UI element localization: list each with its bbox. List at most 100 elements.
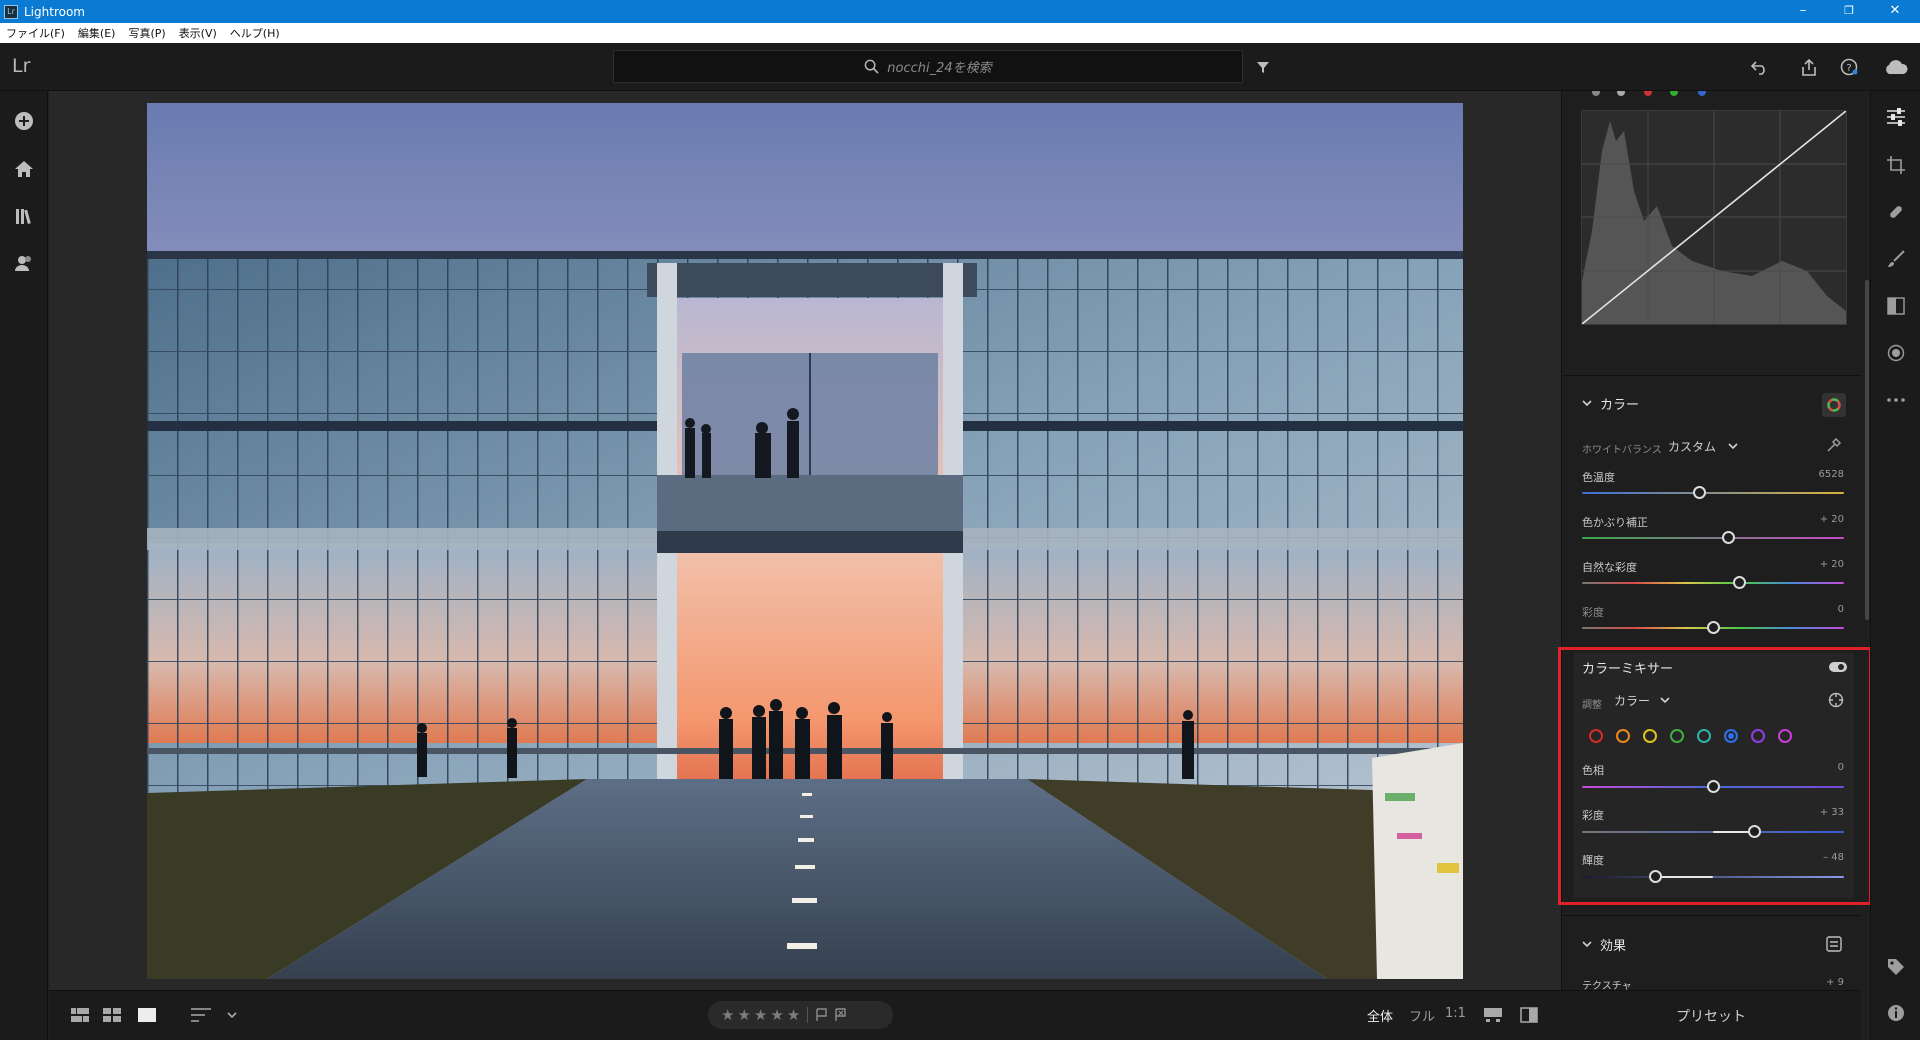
zoom-1to1-button[interactable]: 1:1 xyxy=(1445,1006,1466,1021)
target-adjust-icon[interactable] xyxy=(1828,692,1844,712)
sort-chevron-icon[interactable] xyxy=(225,1005,239,1025)
color-swatch[interactable] xyxy=(1616,729,1630,743)
saturation-slider-knob[interactable] xyxy=(1706,621,1720,634)
add-photos-icon[interactable] xyxy=(12,109,36,133)
zoom-full-button[interactable]: フル xyxy=(1409,1006,1435,1025)
tint-label: 色かぶり補正 xyxy=(1582,516,1648,529)
filter-icon[interactable] xyxy=(1251,55,1275,79)
minimize-button[interactable]: – xyxy=(1780,0,1826,23)
window-title: Lightroom xyxy=(24,4,85,19)
vibrance-value: + 20 xyxy=(1819,559,1844,570)
people-icon[interactable] xyxy=(12,251,36,275)
temp-slider-track[interactable] xyxy=(1582,492,1844,494)
mixer-luminance-fill xyxy=(1655,876,1713,878)
restore-button[interactable]: ❐ xyxy=(1826,0,1872,23)
effects-section-title: 効果 xyxy=(1600,939,1627,954)
color-wheel-icon xyxy=(1827,398,1841,412)
tone-curve[interactable] xyxy=(1581,110,1847,325)
undo-icon[interactable] xyxy=(1748,55,1772,79)
adjust-value: カラー xyxy=(1614,694,1651,708)
mixer-luminance-slider-knob[interactable] xyxy=(1648,870,1662,883)
search-input[interactable]: nocchi_24を検索 xyxy=(613,50,1243,83)
square-grid-icon[interactable] xyxy=(70,1005,90,1025)
flag-reject-icon[interactable] xyxy=(834,1008,847,1022)
library-icon[interactable] xyxy=(12,204,36,228)
linear-gradient-icon[interactable] xyxy=(1884,294,1908,318)
star-5[interactable]: ★ xyxy=(787,1006,800,1024)
compare-icon[interactable] xyxy=(1483,1005,1503,1025)
color-swatch[interactable] xyxy=(1589,729,1603,743)
before-after-icon[interactable] xyxy=(1519,1005,1539,1025)
sort-icon[interactable] xyxy=(191,1005,211,1025)
home-icon[interactable] xyxy=(12,157,36,181)
menu-photo[interactable]: 写真(P) xyxy=(128,25,165,41)
eyedropper-icon[interactable] xyxy=(1826,437,1842,457)
mixer-saturation-label: 彩度 xyxy=(1582,809,1604,822)
star-3[interactable]: ★ xyxy=(754,1006,767,1024)
more-options-icon[interactable] xyxy=(1884,388,1908,412)
grid-view-icon[interactable] xyxy=(102,1005,122,1025)
color-swatch[interactable] xyxy=(1751,729,1765,743)
color-section-header[interactable]: カラー xyxy=(1582,394,1639,413)
star-1[interactable]: ★ xyxy=(721,1006,734,1024)
star-4[interactable]: ★ xyxy=(770,1006,783,1024)
help-icon[interactable]: ? xyxy=(1837,55,1861,79)
left-rail xyxy=(0,91,48,1040)
temp-label: 色温度 xyxy=(1582,471,1615,484)
menu-view[interactable]: 表示(V) xyxy=(179,25,217,41)
mixer-hue-slider-knob[interactable] xyxy=(1706,780,1720,793)
radial-gradient-icon[interactable] xyxy=(1884,341,1908,365)
mixer-hue-label: 色相 xyxy=(1582,764,1604,777)
detail-view-icon[interactable] xyxy=(137,1005,157,1025)
tint-slider-track[interactable] xyxy=(1582,537,1844,539)
cloud-sync-icon[interactable] xyxy=(1881,55,1911,79)
lr-logo: Lr xyxy=(12,55,31,77)
presets-button[interactable]: プリセット xyxy=(1561,990,1861,1040)
saturation-label: 彩度 xyxy=(1582,606,1604,619)
close-button[interactable]: ✕ xyxy=(1872,0,1918,23)
color-swatch[interactable] xyxy=(1670,729,1684,743)
lightroom-app-icon: Lr xyxy=(4,4,18,19)
zoom-fit-button[interactable]: 全体 xyxy=(1367,1006,1393,1025)
color-mixer-toggle[interactable] xyxy=(1829,662,1847,672)
brush-icon[interactable] xyxy=(1884,247,1908,271)
color-swatch[interactable] xyxy=(1643,729,1657,743)
keyword-tag-icon[interactable] xyxy=(1884,955,1908,979)
tint-value: + 20 xyxy=(1819,514,1844,525)
healing-icon[interactable] xyxy=(1884,200,1908,224)
adjust-label: 調整 xyxy=(1582,700,1602,711)
mixer-luminance-value: – 48 xyxy=(1823,852,1844,863)
panel-scrollbar[interactable] xyxy=(1865,280,1869,620)
vibrance-slider-knob[interactable] xyxy=(1732,576,1746,589)
color-swatch[interactable] xyxy=(1724,729,1738,743)
edit-sliders-icon[interactable] xyxy=(1884,105,1908,129)
adjust-dropdown[interactable]: カラー xyxy=(1614,692,1670,709)
effects-section-header[interactable]: 効果 xyxy=(1582,935,1626,954)
search-icon xyxy=(864,59,879,74)
menu-help[interactable]: ヘルプ(H) xyxy=(230,25,280,41)
color-swatch[interactable] xyxy=(1778,729,1792,743)
color-mixer-title: カラーミキサー xyxy=(1582,662,1674,677)
info-icon[interactable] xyxy=(1884,1001,1908,1025)
menu-file[interactable]: ファイル(F) xyxy=(6,25,65,41)
color-mixer-header[interactable]: カラーミキサー xyxy=(1582,658,1673,677)
mixer-luminance-label: 輝度 xyxy=(1582,854,1604,867)
top-toolbar: Lr nocchi_24を検索 ? xyxy=(0,43,1920,91)
effects-preset-icon[interactable] xyxy=(1826,936,1842,956)
menu-edit[interactable]: 編集(E) xyxy=(78,25,116,41)
chevron-down-icon xyxy=(1728,443,1738,450)
color-swatch[interactable] xyxy=(1697,729,1711,743)
mixer-luminance-slider-track[interactable] xyxy=(1582,876,1844,878)
right-rail xyxy=(1870,91,1920,1040)
share-icon[interactable] xyxy=(1797,55,1821,79)
star-2[interactable]: ★ xyxy=(737,1006,750,1024)
svg-text:?: ? xyxy=(1846,63,1851,74)
flag-pick-icon[interactable] xyxy=(815,1008,828,1022)
color-grading-button[interactable] xyxy=(1822,393,1846,417)
vibrance-slider-track[interactable] xyxy=(1582,582,1844,584)
chevron-down-icon xyxy=(1660,697,1670,704)
white-balance-value: カスタム xyxy=(1668,440,1717,454)
white-balance-dropdown[interactable]: カスタム xyxy=(1668,438,1738,455)
curve-channel-dots xyxy=(1592,91,1706,96)
crop-icon[interactable] xyxy=(1884,153,1908,177)
